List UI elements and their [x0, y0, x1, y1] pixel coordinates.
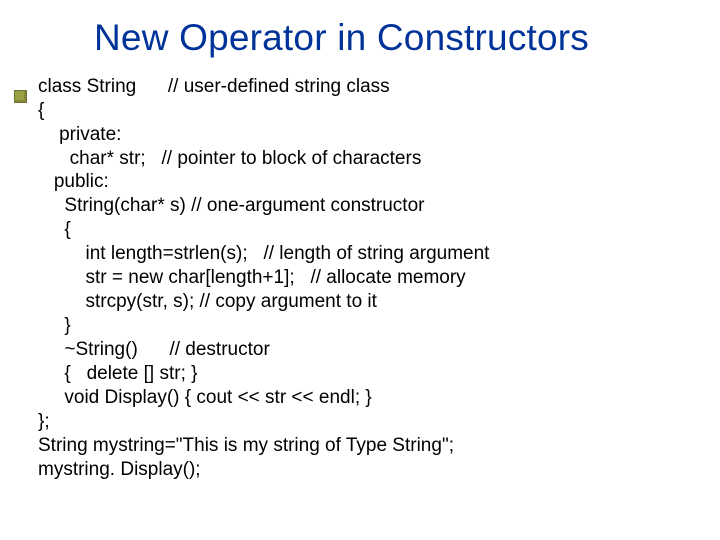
code-line: strcpy(str, s); // copy argument to it: [38, 290, 700, 314]
code-line: void Display() { cout << str << endl; }: [38, 386, 700, 410]
code-line: }: [38, 314, 700, 338]
code-line: private:: [38, 123, 700, 147]
bullet-icon: [14, 90, 27, 103]
code-line: {: [38, 218, 700, 242]
code-line: { delete [] str; }: [38, 362, 700, 386]
code-line: String(char* s) // one-argument construc…: [38, 194, 700, 218]
slide: New Operator in Constructors class Strin…: [0, 0, 720, 540]
code-line: char* str; // pointer to block of charac…: [38, 147, 700, 171]
code-line: class String // user-defined string clas…: [38, 75, 700, 99]
code-line: };: [38, 410, 700, 434]
slide-title: New Operator in Constructors: [94, 18, 700, 59]
code-line: public:: [38, 170, 700, 194]
code-block: class String // user-defined string clas…: [38, 75, 700, 482]
code-line: {: [38, 99, 700, 123]
code-line: String mystring="This is my string of Ty…: [38, 434, 700, 458]
code-line: str = new char[length+1]; // allocate me…: [38, 266, 700, 290]
code-line: ~String() // destructor: [38, 338, 700, 362]
code-line: mystring. Display();: [38, 458, 700, 482]
code-line: int length=strlen(s); // length of strin…: [38, 242, 700, 266]
